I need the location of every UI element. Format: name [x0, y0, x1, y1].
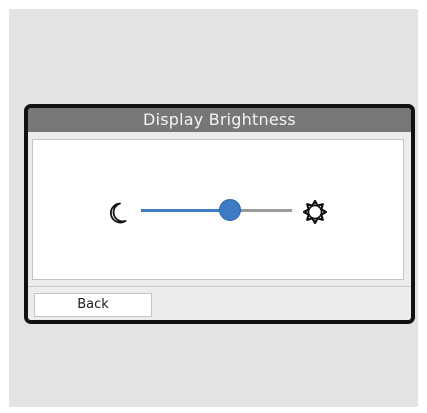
brightness-slider[interactable] — [141, 209, 292, 215]
screen-title: Display Brightness — [143, 110, 296, 129]
bottom-bar: Back — [28, 286, 411, 320]
moon-icon — [110, 202, 127, 224]
slider-fill — [141, 209, 230, 212]
content-panel — [32, 139, 404, 280]
title-bar: Display Brightness — [28, 108, 411, 132]
back-button[interactable]: Back — [34, 293, 152, 317]
slider-thumb[interactable] — [219, 199, 241, 221]
back-button-label: Back — [77, 297, 109, 312]
sun-icon — [302, 199, 328, 225]
brightness-dialog: Display Brightness Back — [24, 104, 415, 324]
